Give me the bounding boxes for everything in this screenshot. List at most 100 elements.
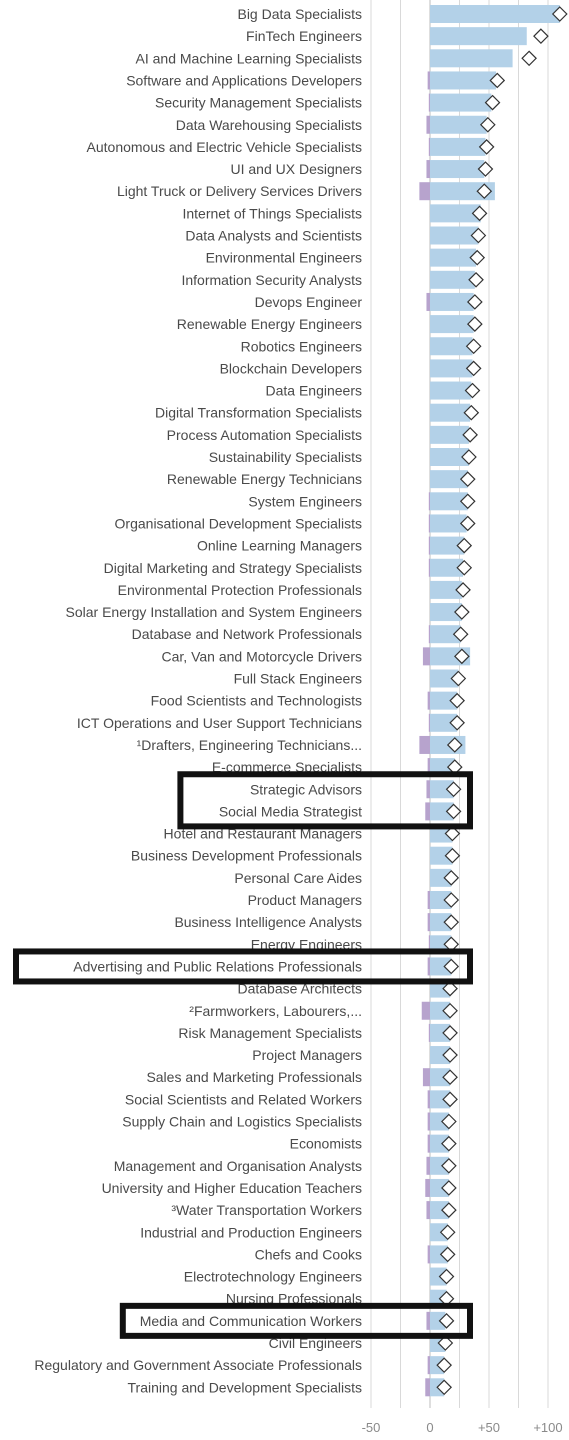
decline-bar [421, 1001, 430, 1020]
category-label: Environmental Engineers [206, 250, 362, 266]
decline-bar [426, 1201, 430, 1220]
category-label: Online Learning Managers [197, 538, 362, 554]
decline-bar [425, 1178, 430, 1197]
category-label: Security Management Specialists [155, 95, 362, 111]
decline-bar [427, 1134, 430, 1153]
decline-bar [428, 137, 430, 156]
growth-bar [430, 93, 492, 112]
growth-bar [430, 270, 475, 289]
decline-bar [428, 93, 430, 112]
category-label: ¹Drafters, Engineering Technicians... [137, 737, 362, 753]
category-label: FinTech Engineers [246, 28, 362, 44]
decline-bar [427, 891, 430, 909]
category-label: Business Development Professionals [131, 848, 362, 864]
decline-bar [427, 913, 430, 932]
category-label: Big Data Specialists [237, 6, 362, 22]
bar-series [419, 5, 560, 1397]
category-label: Business Intelligence Analysts [174, 914, 362, 930]
decline-bar [427, 1090, 430, 1109]
x-tick-label: +100 [533, 1420, 562, 1435]
decline-bar [426, 1311, 430, 1330]
growth-bar [430, 137, 486, 156]
category-label: Digital Transformation Specialists [155, 405, 362, 421]
net-marker [521, 50, 537, 67]
category-label: Devops Engineer [255, 294, 363, 310]
category-label: Autonomous and Electric Vehicle Speciali… [87, 139, 362, 155]
category-label: ICT Operations and User Support Technici… [77, 715, 362, 731]
category-label: Supply Chain and Logistics Specialists [122, 1114, 362, 1130]
decline-bar [425, 802, 430, 821]
x-axis-ticks: -50 0 +50 +100 [362, 1420, 563, 1435]
category-labels: Big Data Specialists FinTech Engineers AI … [34, 6, 362, 1395]
growth-bar [430, 5, 560, 23]
category-label: Car, Van and Motorcycle Drivers [162, 648, 362, 664]
decline-bar [419, 735, 430, 754]
decline-bar [427, 957, 430, 976]
growth-bar [430, 248, 477, 267]
x-tick-label: +50 [478, 1420, 500, 1435]
decline-bar [428, 625, 430, 644]
category-label: University and Higher Education Teachers [102, 1180, 362, 1196]
category-label: Chefs and Cooks [255, 1246, 362, 1262]
growth-bar [430, 71, 497, 90]
decline-bar [427, 1112, 430, 1131]
decline-bar [427, 71, 430, 90]
category-label: Social Scientists and Related Workers [125, 1091, 362, 1107]
category-label: UI and UX Designers [230, 161, 362, 177]
decline-bar [427, 691, 430, 710]
decline-bar [428, 492, 430, 511]
growth-bar [430, 27, 527, 46]
category-label: Risk Management Specialists [178, 1025, 362, 1041]
category-label: Internet of Things Specialists [182, 205, 362, 221]
category-label: Sales and Marketing Professionals [146, 1069, 362, 1085]
category-label: Management and Organisation Analysts [114, 1158, 362, 1174]
category-label: Industrial and Production Engineers [140, 1224, 362, 1240]
category-label: ³Water Transportation Workers [171, 1202, 362, 1218]
category-label: ²Farmworkers, Labourers,... [189, 1003, 362, 1019]
category-label: Light Truck or Delivery Services Drivers [117, 183, 362, 199]
growth-bar [430, 160, 485, 179]
decline-bar [425, 1378, 430, 1397]
category-label: Renewable Energy Technicians [167, 471, 362, 487]
category-label: Process Automation Specialists [167, 427, 362, 443]
category-label: Robotics Engineers [241, 338, 362, 354]
job-growth-chart: Big Data Specialists FinTech Engineers AI … [13, 0, 568, 1435]
decline-bar [428, 1023, 430, 1042]
category-label: Data Warehousing Specialists [176, 117, 362, 133]
category-label: Strategic Advisors [250, 781, 362, 797]
decline-bar [426, 780, 430, 799]
category-label: Food Scientists and Technologists [151, 693, 362, 709]
category-label: Full Stack Engineers [234, 671, 362, 687]
decline-bar [428, 514, 430, 533]
decline-bar [426, 292, 430, 311]
category-label: System Engineers [248, 493, 362, 509]
category-label: Blockchain Developers [220, 360, 362, 376]
category-label: Advertising and Public Relations Profess… [73, 958, 362, 974]
decline-bar [426, 1156, 430, 1175]
category-label: Product Managers [248, 892, 362, 908]
category-label: Database and Network Professionals [132, 626, 362, 642]
category-label: Renewable Energy Engineers [177, 316, 362, 332]
category-label: Social Media Strategist [219, 803, 362, 819]
x-tick-label: 0 [426, 1420, 433, 1435]
decline-bar [426, 160, 430, 179]
category-label: Economists [290, 1136, 362, 1152]
category-label: Data Analysts and Scientists [185, 228, 362, 244]
category-label: Project Managers [252, 1047, 362, 1063]
category-label: AI and Machine Learning Specialists [136, 50, 362, 66]
category-label: Training and Development Specialists [128, 1379, 363, 1395]
decline-bar [428, 536, 430, 555]
growth-bar [430, 115, 487, 134]
category-label: Digital Marketing and Strategy Specialis… [104, 560, 362, 576]
decline-bar [427, 1356, 430, 1375]
category-label: Information Security Analysts [181, 272, 362, 288]
category-label: Software and Applications Developers [126, 72, 362, 88]
category-label: Organisational Development Specialists [115, 515, 362, 531]
category-label: Data Engineers [265, 383, 362, 399]
net-marker [533, 28, 549, 44]
category-label: Electrotechnology Engineers [184, 1269, 362, 1285]
category-label: Media and Communication Workers [140, 1313, 362, 1329]
decline-bar [428, 713, 430, 732]
decline-bar [426, 115, 430, 134]
decline-bar [428, 558, 430, 577]
